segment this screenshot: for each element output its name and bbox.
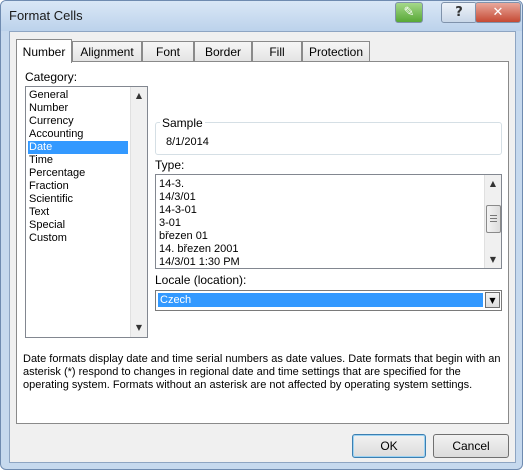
window-title: Format Cells xyxy=(9,8,83,23)
grip-line xyxy=(490,221,497,222)
category-item-text[interactable]: Text xyxy=(28,206,128,219)
tab-fill[interactable]: Fill xyxy=(252,41,302,61)
help-button[interactable]: ? xyxy=(441,2,477,23)
number-tab-panel: Category: General Number Currency Accoun… xyxy=(16,61,509,424)
type-item[interactable]: 14-3-01 xyxy=(158,204,479,217)
chevron-down-icon[interactable]: ▼ xyxy=(485,292,500,308)
category-label: Category: xyxy=(25,70,78,84)
ok-button[interactable]: OK xyxy=(352,434,426,458)
category-item-date[interactable]: Date xyxy=(28,141,128,154)
sample-label: Sample xyxy=(160,116,205,130)
format-description: Date formats display date and time seria… xyxy=(23,353,501,391)
grip-line xyxy=(490,218,497,219)
grip-line xyxy=(490,215,497,216)
type-item[interactable]: 14/3/01 1:30 PM xyxy=(158,256,479,268)
type-item[interactable]: 14-3. xyxy=(158,178,479,191)
category-item-accounting[interactable]: Accounting xyxy=(28,128,128,141)
cancel-button[interactable]: Cancel xyxy=(433,434,509,458)
type-label: Type: xyxy=(155,158,185,172)
tab-alignment[interactable]: Alignment xyxy=(72,41,142,61)
type-item[interactable]: 14. březen 2001 xyxy=(158,243,479,256)
category-item-general[interactable]: General xyxy=(28,89,128,102)
close-button[interactable]: ✕ xyxy=(475,2,521,23)
sample-value: 8/1/2014 xyxy=(166,136,209,148)
type-list[interactable]: 14-3. 14/3/01 14-3-01 3-01 březen 01 14.… xyxy=(155,174,502,269)
category-item-currency[interactable]: Currency xyxy=(28,115,128,128)
category-item-custom[interactable]: Custom xyxy=(28,232,128,245)
format-cells-dialog: Format Cells ✎ ? ✕ Number Alignment Font… xyxy=(0,0,523,470)
scroll-thumb[interactable] xyxy=(486,205,501,233)
category-item-number[interactable]: Number xyxy=(28,102,128,115)
category-scrollbar[interactable]: ▲ ▼ xyxy=(130,87,147,337)
category-item-fraction[interactable]: Fraction xyxy=(28,180,128,193)
type-item[interactable]: 14/3/01 xyxy=(158,191,479,204)
locale-value: Czech xyxy=(158,293,483,307)
scroll-down-icon[interactable]: ▼ xyxy=(131,319,147,335)
category-item-percentage[interactable]: Percentage xyxy=(28,167,128,180)
scroll-up-icon[interactable]: ▲ xyxy=(485,175,501,191)
category-item-special[interactable]: Special xyxy=(28,219,128,232)
locale-label: Locale (location): xyxy=(155,273,247,287)
scroll-up-icon[interactable]: ▲ xyxy=(131,87,147,103)
tab-font[interactable]: Font xyxy=(142,41,194,61)
category-list[interactable]: General Number Currency Accounting Date … xyxy=(25,86,148,338)
tab-protection[interactable]: Protection xyxy=(302,41,370,61)
ink-icon[interactable]: ✎ xyxy=(395,2,423,23)
locale-dropdown[interactable]: Czech ▼ xyxy=(155,290,502,311)
scroll-down-icon[interactable]: ▼ xyxy=(485,251,501,267)
title-bar: Format Cells ✎ ? ✕ xyxy=(1,1,522,31)
category-item-scientific[interactable]: Scientific xyxy=(28,193,128,206)
type-item[interactable]: 3-01 xyxy=(158,217,479,230)
type-item[interactable]: březen 01 xyxy=(158,230,479,243)
tab-number[interactable]: Number xyxy=(16,39,72,63)
type-scrollbar[interactable]: ▲ ▼ xyxy=(484,175,501,268)
dialog-body: Number Alignment Font Border Fill Protec… xyxy=(9,31,516,463)
tab-border[interactable]: Border xyxy=(194,41,252,61)
category-item-time[interactable]: Time xyxy=(28,154,128,167)
